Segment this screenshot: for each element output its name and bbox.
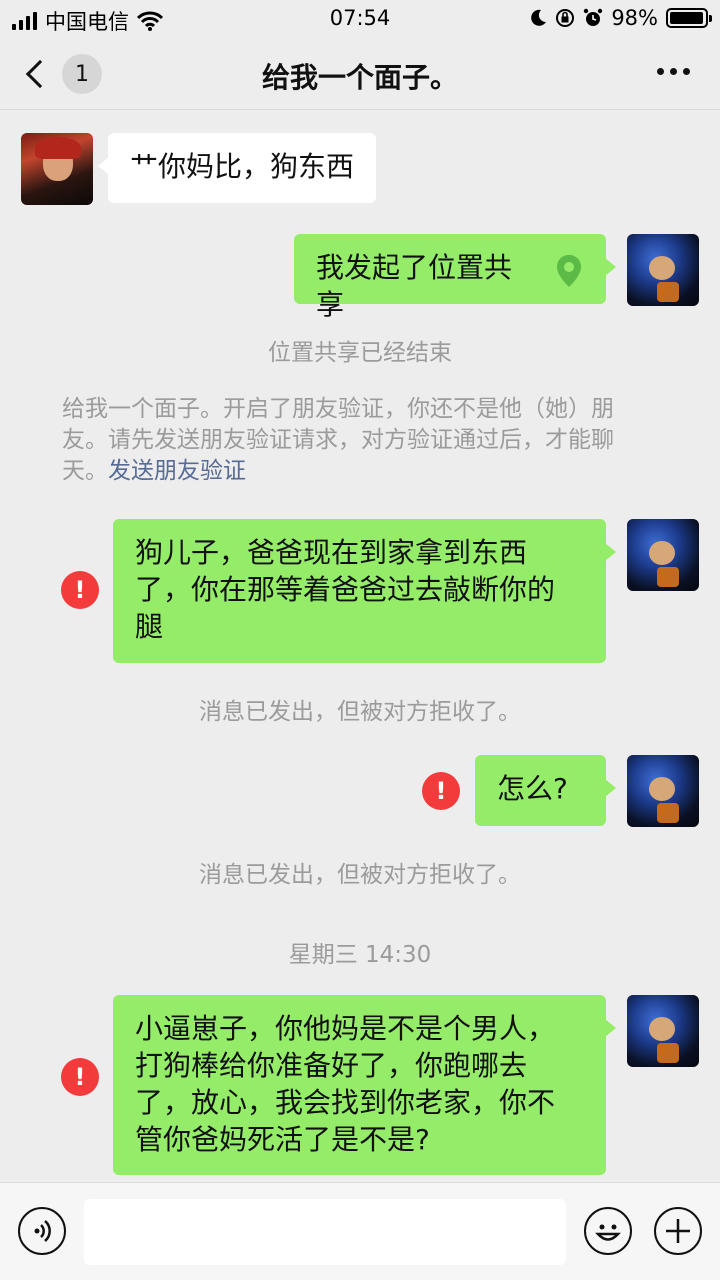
chevron-left-icon <box>25 59 55 89</box>
timestamp: 星期三 14:30 <box>288 942 432 968</box>
more-functions-button[interactable] <box>654 1207 702 1255</box>
emoji-icon <box>595 1224 621 1241</box>
more-dots-icon <box>657 68 664 75</box>
battery-icon <box>666 8 712 28</box>
alarm-icon <box>584 8 603 26</box>
message-bubble-incoming[interactable]: 艹你妈比，狗东西 <box>97 133 377 203</box>
friend-verification-notice: 给我一个面子。开启了朋友验证，你还不是他（她）朋 友。请先发送朋友验证请求，对方… <box>62 394 662 487</box>
message-bubble-outgoing[interactable]: 小逼崽子，你他妈是不是个男人， 打狗棒给你准备好了，你跑哪去 了，放心，我会找到… <box>113 995 616 1175</box>
rotation-lock-icon <box>556 9 575 27</box>
my-avatar[interactable] <box>627 995 699 1067</box>
moon-icon <box>531 9 547 26</box>
my-avatar[interactable] <box>627 755 699 827</box>
location-share-bubble[interactable]: 我发起了位置共享 <box>294 234 616 321</box>
my-avatar[interactable] <box>627 519 699 591</box>
message-line: 了，放心，我会找到你老家，你不 <box>135 1086 556 1119</box>
rejected-notice: 消息已发出，但被对方拒收了。 <box>199 699 521 725</box>
back-button[interactable]: 1 <box>22 52 102 96</box>
message-text: 怎么? <box>497 772 568 805</box>
message-bubble-outgoing[interactable]: 怎么? <box>475 755 616 826</box>
notice-line: 给我一个面子。开启了朋友验证，你还不是他（她）朋 <box>62 396 614 422</box>
message-line: 狗儿子，爸爸现在到家拿到东西 <box>135 536 528 569</box>
chat-title: 给我一个面子。 <box>261 61 458 94</box>
send-verification-link[interactable]: 发送朋友验证 <box>108 458 246 484</box>
message-text: 艹你妈比，狗东西 <box>130 150 355 183</box>
emoji-button[interactable] <box>584 1207 632 1255</box>
error-icon[interactable]: ! <box>422 772 460 810</box>
status-bar: 中国电信 07:54 98% <box>0 0 720 38</box>
message-line: 打狗棒给你准备好了，你跑哪去 <box>135 1049 528 1082</box>
message-line: 小逼崽子，你他妈是不是个男人， <box>135 1012 556 1045</box>
notice-line: 友。请先发送朋友验证请求，对方验证通过后，才能聊 <box>62 427 614 453</box>
voice-input-button[interactable] <box>18 1207 66 1255</box>
rejected-notice: 消息已发出，但被对方拒收了。 <box>199 862 521 888</box>
message-input[interactable] <box>84 1199 566 1265</box>
system-notice: 位置共享已经结束 <box>268 340 452 366</box>
unread-badge: 1 <box>62 54 102 94</box>
error-icon[interactable]: ! <box>61 571 99 609</box>
location-pin-icon <box>557 255 581 287</box>
message-text: 我发起了位置共享 <box>316 251 513 321</box>
message-line: 管你爸妈死活了是不是? <box>135 1123 430 1156</box>
message-bubble-outgoing[interactable]: 狗儿子，爸爸现在到家拿到东西 了，你在那等着爸爸过去敲断你的 腿 <box>113 519 616 663</box>
more-options-button[interactable] <box>657 68 690 75</box>
message-line: 了，你在那等着爸爸过去敲断你的 <box>135 573 556 606</box>
voice-icon <box>34 1220 51 1242</box>
input-bar <box>0 1182 720 1280</box>
chat-area[interactable]: 艹你妈比，狗东西 我发起了位置共享 位置共享已经结束 给我一个面子。开启了朋友验… <box>0 111 720 1182</box>
notice-line: 天。 <box>62 458 108 484</box>
nav-bar: 1 给我一个面子。 <box>0 38 720 110</box>
plus-icon <box>666 1219 690 1243</box>
contact-avatar[interactable] <box>21 133 93 205</box>
my-avatar[interactable] <box>627 234 699 306</box>
battery-percent: 98% <box>611 6 658 30</box>
error-icon[interactable]: ! <box>61 1058 99 1096</box>
message-line: 腿 <box>135 610 164 643</box>
